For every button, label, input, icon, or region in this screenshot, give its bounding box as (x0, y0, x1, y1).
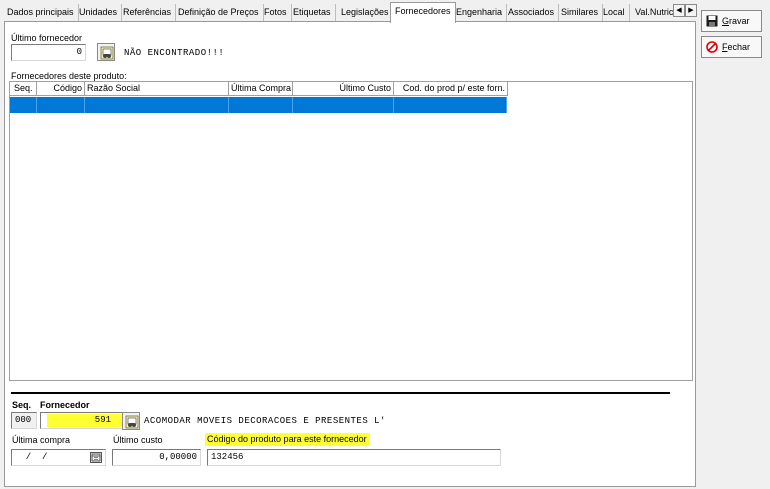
fechar-label: echar (727, 42, 751, 52)
lookup-binoculars-icon (100, 46, 114, 60)
lookup-binoculars-icon (125, 415, 139, 429)
calendar-icon (91, 453, 101, 462)
grid-header-cod-prod-forn[interactable]: Cod. do prod p/ este forn. (394, 82, 508, 96)
grid-cell-razao-social[interactable] (85, 97, 229, 113)
ultimo-custo-input[interactable]: 0,00000 (112, 449, 201, 466)
grid-cell-ultimo-custo[interactable] (293, 97, 394, 113)
grid-header-ultima-compra[interactable]: Última Compra (229, 82, 293, 96)
tab-legislacoes[interactable]: Legislações (337, 4, 394, 22)
fornecedor-label: Fornecedor (40, 400, 90, 410)
gravar-label: ravar (729, 16, 750, 26)
grid-header-ultimo-custo[interactable]: Último Custo (293, 82, 394, 96)
grid-caption: Fornecedores deste produto: (11, 71, 127, 81)
grid-cell-cod-prod-forn[interactable] (394, 97, 507, 113)
tab-etiquetas[interactable]: Etiquetas (289, 4, 336, 22)
gravar-mnemonic: G (722, 16, 730, 26)
tab-scroll-left-button[interactable]: ◀ (673, 4, 685, 17)
tab-strip: Dados principais Unidades Referências De… (0, 0, 700, 23)
ultimo-fornecedor-input[interactable]: 0 (11, 44, 86, 61)
ultimo-fornecedor-label: Último fornecedor (11, 33, 83, 43)
tab-similares[interactable]: Similares (557, 4, 604, 22)
ultimo-custo-label: Último custo (113, 435, 163, 445)
tab-unidades[interactable]: Unidades (75, 4, 123, 22)
prohibited-icon (706, 41, 718, 53)
codigo-produto-label: Código do produto para este fornecedor (205, 433, 370, 446)
ultima-compra-value: / / (15, 452, 48, 462)
gravar-button[interactable]: Gravar (701, 10, 762, 32)
tab-scroll-right-button[interactable]: ▶ (685, 4, 697, 17)
fornecedores-grid[interactable]: Seq. Código Razão Social Última Compra Ú… (9, 81, 693, 381)
grid-header-seq[interactable]: Seq. (10, 82, 37, 96)
fornecedor-lookup-button[interactable] (122, 412, 140, 430)
tab-fotos[interactable]: Fotos (260, 4, 292, 22)
grid-header-razao-social[interactable]: Razão Social (85, 82, 229, 96)
grid-cell-ultima-compra[interactable] (229, 97, 293, 113)
table-row[interactable] (10, 97, 507, 113)
tab-dados-principais[interactable]: Dados principais (3, 4, 79, 22)
tab-associados[interactable]: Associados (504, 4, 560, 22)
seq-label: Seq. (12, 400, 32, 410)
tab-referencias[interactable]: Referências (119, 4, 177, 22)
fornecedor-code-input[interactable]: 591 (40, 412, 125, 429)
fornecedor-code-value: 591 (94, 415, 111, 425)
tab-val-nutric[interactable]: Val.Nutric (631, 4, 675, 22)
floppy-disk-icon (706, 15, 718, 27)
section-divider (11, 392, 670, 394)
grid-cell-codigo[interactable] (37, 97, 85, 113)
tab-fornecedores[interactable]: Fornecedores (390, 2, 456, 23)
fechar-button[interactable]: Fechar (701, 36, 762, 58)
codigo-produto-input[interactable]: 132456 (207, 449, 501, 466)
tab-local[interactable]: Local (599, 4, 630, 22)
seq-field: 000 (11, 412, 37, 429)
calendar-button[interactable] (90, 452, 102, 463)
tab-engenharia[interactable]: Engenharia (452, 4, 508, 22)
tab-definicao-de-precos[interactable]: Definição de Preços (174, 4, 264, 22)
grid-header-codigo[interactable]: Código (37, 82, 85, 96)
ultima-compra-label: Última compra (12, 435, 71, 445)
ultimo-fornecedor-lookup-button[interactable] (97, 43, 115, 61)
fornecedor-name: ACOMODAR MOVEIS DECORACOES E PRESENTES L… (144, 416, 386, 426)
grid-cell-seq[interactable] (10, 97, 37, 113)
ultimo-fornecedor-status: NÃO ENCONTRADO!!! (124, 48, 225, 58)
